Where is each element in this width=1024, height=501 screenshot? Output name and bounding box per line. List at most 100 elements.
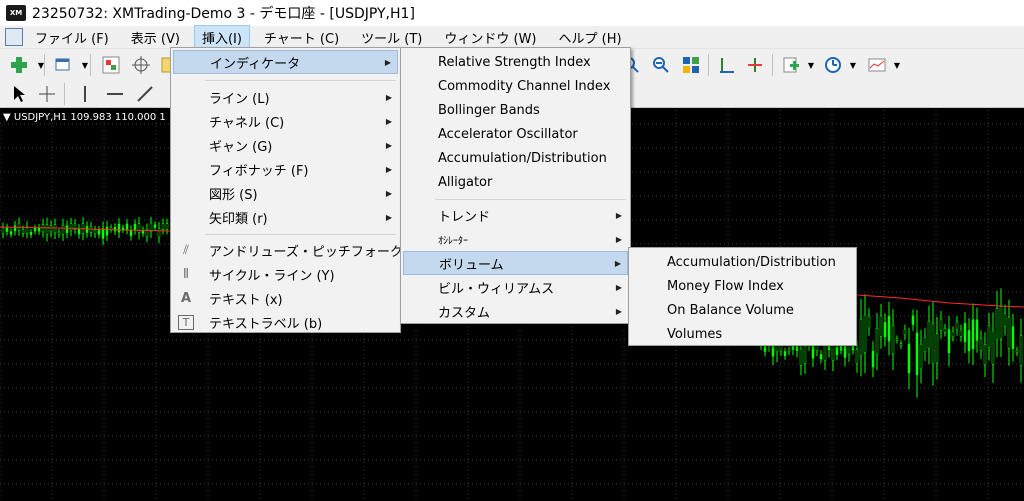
chevron-down-icon[interactable]: ▼ bbox=[30, 54, 52, 76]
candle bbox=[823, 345, 827, 361]
candle bbox=[927, 320, 931, 349]
auto-scroll-icon[interactable] bbox=[744, 54, 766, 76]
candle bbox=[13, 225, 17, 232]
window-title: 23250732: XMTrading-Demo 3 - デモ口座 - [USD… bbox=[32, 6, 415, 22]
candle bbox=[117, 223, 121, 233]
menu-item-shapes[interactable]: 図形 (S) ▶ bbox=[173, 181, 398, 205]
profiles-icon[interactable] bbox=[52, 54, 74, 76]
menu-item-lines[interactable]: ライン (L) ▶ bbox=[173, 85, 398, 109]
submenu-arrow-icon: ▶ bbox=[614, 258, 621, 268]
menu-separator bbox=[205, 234, 396, 235]
chevron-down-icon[interactable]: ▼ bbox=[800, 54, 822, 76]
menu-item-money-flow-index[interactable]: Money Flow Index bbox=[631, 274, 854, 298]
menu-file[interactable]: ファイル (F) bbox=[27, 25, 117, 50]
menu-item-rsi[interactable]: Relative Strength Index bbox=[403, 50, 628, 74]
candle bbox=[971, 319, 975, 349]
clock-icon[interactable] bbox=[822, 54, 844, 76]
cursor-icon[interactable] bbox=[8, 83, 30, 105]
candle bbox=[161, 223, 165, 230]
market-watch-icon[interactable] bbox=[100, 54, 122, 76]
trendline-icon[interactable] bbox=[134, 83, 156, 105]
candle bbox=[879, 315, 883, 337]
document-icon[interactable] bbox=[5, 28, 23, 46]
crosshair-icon[interactable] bbox=[36, 83, 58, 105]
menu-insert[interactable]: 挿入(I) bbox=[193, 24, 250, 50]
candle bbox=[93, 229, 97, 235]
submenu-arrow-icon: ▶ bbox=[385, 140, 392, 150]
candle bbox=[983, 344, 987, 366]
menu-item-text-label[interactable]: T テキストラベル (b) bbox=[173, 310, 398, 334]
candle bbox=[1007, 317, 1011, 349]
indicators-submenu: Relative Strength Index Commodity Channe… bbox=[400, 47, 631, 324]
menu-item-bill-williams[interactable]: ビル・ウィリアムス ▶ bbox=[403, 275, 628, 299]
candle bbox=[907, 343, 911, 374]
menu-help[interactable]: ヘルプ (H) bbox=[551, 25, 630, 50]
menu-item-trend[interactable]: トレンド ▶ bbox=[403, 203, 628, 227]
chevron-down-icon[interactable]: ▼ bbox=[842, 54, 864, 76]
submenu-arrow-icon: ▶ bbox=[385, 188, 392, 198]
candle bbox=[991, 330, 995, 365]
menu-item-andrews-pitchfork[interactable]: ⫽ アンドリューズ・ピッチフォーク (A) bbox=[173, 238, 426, 262]
menu-item-alligator[interactable]: Alligator bbox=[403, 170, 628, 194]
menu-separator bbox=[435, 199, 626, 200]
menu-item-text[interactable]: A テキスト (x) bbox=[173, 286, 398, 310]
vertical-line-icon[interactable] bbox=[74, 83, 96, 105]
candle bbox=[165, 223, 169, 230]
menu-item-bollinger-bands[interactable]: Bollinger Bands bbox=[403, 98, 628, 122]
menu-item-cycle-lines[interactable]: ⦀ サイクル・ライン (Y) bbox=[173, 262, 398, 286]
candle bbox=[17, 222, 21, 231]
templates-icon[interactable] bbox=[866, 54, 888, 76]
menu-item-indicators[interactable]: インディケータ ▶ bbox=[173, 50, 398, 74]
menu-item-vol-accumulation-distribution[interactable]: Accumulation/Distribution bbox=[631, 250, 854, 274]
candle bbox=[943, 327, 947, 333]
candle bbox=[77, 228, 81, 235]
menu-window[interactable]: ウィンドウ (W) bbox=[436, 25, 544, 50]
menu-item-on-balance-volume[interactable]: On Balance Volume bbox=[631, 298, 854, 322]
candle bbox=[871, 350, 875, 368]
candle bbox=[5, 227, 9, 232]
candle bbox=[101, 228, 105, 239]
menu-item-channels[interactable]: チャネル (C) ▶ bbox=[173, 109, 398, 133]
menu-item-arrows[interactable]: 矢印類 (r) ▶ bbox=[173, 205, 398, 229]
toolbar-separator bbox=[708, 54, 709, 76]
menu-item-accelerator-oscillator[interactable]: Accelerator Oscillator bbox=[403, 122, 628, 146]
chart-symbol-label: ▼ USDJPY,H1 109.983 110.000 1 bbox=[3, 112, 166, 123]
new-chart-icon[interactable] bbox=[8, 54, 30, 76]
crosshair-move-icon[interactable] bbox=[130, 54, 152, 76]
chart-shift-icon[interactable] bbox=[716, 54, 738, 76]
tile-windows-icon[interactable] bbox=[680, 54, 702, 76]
menu-view[interactable]: 表示 (V) bbox=[123, 25, 188, 50]
candle bbox=[9, 231, 13, 235]
submenu-arrow-icon: ▶ bbox=[385, 164, 392, 174]
menu-tools[interactable]: ツール (T) bbox=[353, 25, 430, 50]
submenu-arrow-icon: ▶ bbox=[615, 282, 622, 292]
candle bbox=[959, 329, 963, 337]
candle bbox=[951, 331, 955, 338]
candle bbox=[779, 345, 783, 352]
title-bar: XM 23250732: XMTrading-Demo 3 - デモ口座 - [… bbox=[0, 0, 1024, 26]
menu-item-volumes-category[interactable]: ボリューム ▶ bbox=[403, 251, 628, 275]
horizontal-line-icon[interactable] bbox=[104, 83, 126, 105]
menu-item-gann[interactable]: ギャン (G) ▶ bbox=[173, 133, 398, 157]
chevron-down-icon[interactable]: ▼ bbox=[74, 54, 96, 76]
candle bbox=[137, 223, 141, 233]
menu-item-accumulation-distribution[interactable]: Accumulation/Distribution bbox=[403, 146, 628, 170]
menu-item-oscillators[interactable]: ｵｼﾚｰﾀｰ ▶ bbox=[403, 227, 628, 251]
candle bbox=[979, 338, 983, 351]
candle bbox=[799, 348, 803, 366]
candle bbox=[887, 315, 891, 342]
zoom-out-icon[interactable] bbox=[650, 54, 672, 76]
candle bbox=[783, 351, 787, 356]
menu-item-cci[interactable]: Commodity Channel Index bbox=[403, 74, 628, 98]
menu-item-volumes[interactable]: Volumes bbox=[631, 322, 854, 346]
menu-item-fibonacci[interactable]: フィボナッチ (F) ▶ bbox=[173, 157, 398, 181]
indicators-icon[interactable] bbox=[780, 54, 802, 76]
menu-item-custom[interactable]: カスタム ▶ bbox=[403, 299, 628, 323]
chevron-down-icon[interactable]: ▼ bbox=[886, 54, 908, 76]
candle bbox=[955, 321, 959, 331]
candle bbox=[45, 224, 49, 235]
menu-charts[interactable]: チャート (C) bbox=[256, 25, 347, 50]
candle bbox=[995, 308, 999, 340]
candle bbox=[41, 224, 45, 233]
toolbar-separator bbox=[90, 54, 91, 76]
